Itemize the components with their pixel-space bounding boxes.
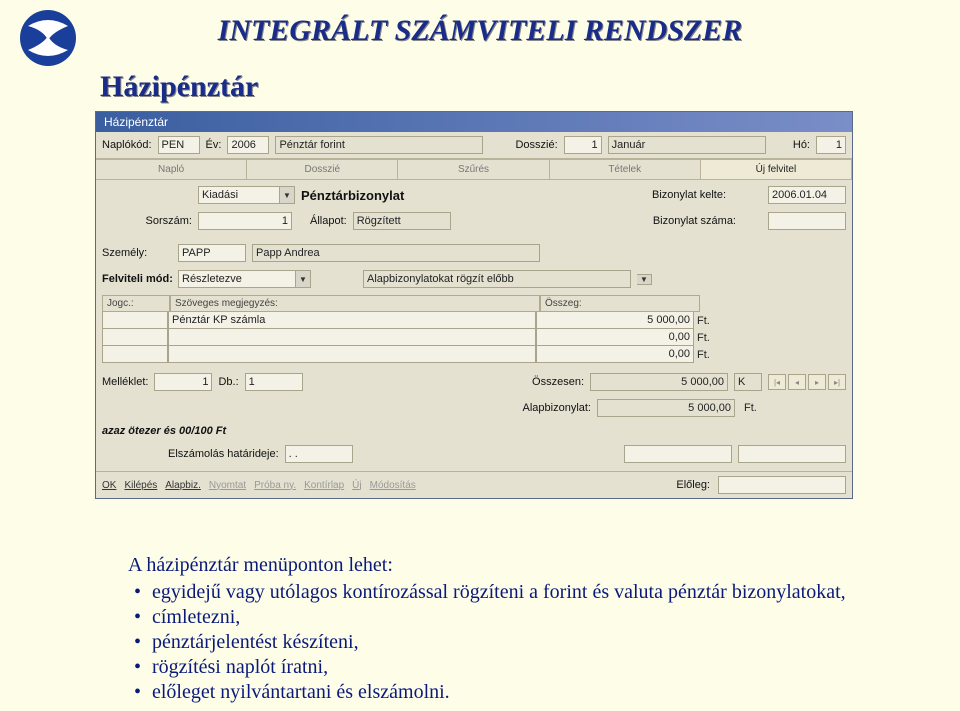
szemely-label: Személy: — [102, 247, 172, 259]
nav-last-icon[interactable]: ▸| — [828, 374, 846, 390]
table-row[interactable]: 0,00 Ft. — [102, 329, 846, 346]
col-osszeg: Összeg: — [540, 295, 700, 312]
chevron-down-icon: ▼ — [637, 274, 652, 285]
azaz-text: azaz ötezer és 00/100 Ft — [102, 425, 226, 437]
page-title: INTEGRÁLT SZÁMVITELI RENDSZER — [0, 14, 960, 48]
cell-szoveg[interactable]: Pénztár KP számla — [168, 312, 536, 329]
alapbiz-field: 5 000,00 — [597, 399, 735, 417]
naplokod-label: Naplókód: — [102, 139, 152, 151]
cell-jogc[interactable] — [102, 346, 168, 363]
cell-unit: Ft. — [694, 346, 719, 363]
tabbar: Napló Dosszié Szűrés Tételek Új felvitel — [96, 159, 852, 180]
cell-unit: Ft. — [694, 329, 719, 346]
tab-dosszie[interactable]: Dosszié — [247, 160, 398, 179]
kilepes-button[interactable]: Kilépés — [124, 480, 157, 491]
penztarbizonylat-label: Pénztárbizonylat — [301, 188, 404, 203]
elszamolas-field[interactable]: . . — [285, 445, 353, 463]
kontirlap-button[interactable]: Kontírlap — [304, 480, 344, 491]
felviteli-note-combo[interactable]: ▼ — [637, 274, 652, 285]
felviteli-combo[interactable]: Részletezve ▼ — [178, 270, 311, 288]
bizszama-field[interactable] — [768, 212, 846, 230]
ho-label: Hó: — [793, 139, 810, 151]
probany-button[interactable]: Próba ny. — [254, 480, 296, 491]
felviteli-label: Felviteli mód: — [102, 273, 172, 285]
tab-tetelek[interactable]: Tételek — [550, 160, 701, 179]
bullet-item: címletezni, — [134, 606, 846, 629]
nav-first-icon[interactable]: |◂ — [768, 374, 786, 390]
osszesen-label: Összesen: — [532, 376, 584, 388]
szemely-name: Papp Andrea — [252, 244, 540, 262]
cell-jogc[interactable] — [102, 312, 168, 329]
dosszie-label: Dosszié: — [515, 139, 557, 151]
szemely-code[interactable]: PAPP — [178, 244, 246, 262]
sorszam-field[interactable]: 1 — [198, 212, 292, 230]
ev-label: Év: — [206, 139, 222, 151]
sorszam-label: Sorszám: — [102, 215, 192, 227]
dosszie-field[interactable]: 1 — [564, 136, 602, 154]
tab-ujfelvitel[interactable]: Új felvitel — [701, 160, 852, 179]
bizszama-label: Bizonylat száma: — [653, 215, 736, 227]
col-jogc: Jogc.: — [102, 295, 170, 312]
cell-osszeg[interactable]: 0,00 — [536, 329, 694, 346]
bullet-item: pénztárjelentést készíteni, — [134, 631, 846, 654]
bullet-item: előleget nyilvántartani és elszámolni. — [134, 681, 846, 704]
cell-osszeg[interactable]: 5 000,00 — [536, 312, 694, 329]
bizkelte-field[interactable]: 2006.01.04 — [768, 186, 846, 204]
kiadasi-combo[interactable]: Kiadási ▼ — [198, 186, 295, 204]
uj-button[interactable]: Új — [352, 480, 361, 491]
extra-field-2[interactable] — [738, 445, 846, 463]
chevron-down-icon: ▼ — [280, 186, 295, 204]
form-window: Házipénztár Naplókód: PEN Év: 2006 Pénzt… — [95, 111, 853, 499]
elszamolas-label: Elszámolás határideje: — [168, 448, 279, 460]
melleklet-label: Melléklet: — [102, 376, 148, 388]
alapbiz-unit: Ft. — [741, 402, 766, 414]
osszesen-unit: K — [734, 373, 762, 391]
record-nav[interactable]: |◂ ◂ ▸ ▸| — [768, 374, 846, 390]
ev-field[interactable]: 2006 — [227, 136, 269, 154]
naplokod-field[interactable]: PEN — [158, 136, 200, 154]
allapot-field: Rögzített — [353, 212, 451, 230]
bullet-item: rögzítési naplót íratni, — [134, 656, 846, 679]
ok-button[interactable]: OK — [102, 480, 116, 491]
window-titlebar: Házipénztár — [96, 112, 852, 132]
table-row[interactable]: 0,00 Ft. — [102, 346, 846, 363]
osszesen-field: 5 000,00 — [590, 373, 728, 391]
eloleg-field[interactable] — [718, 476, 846, 494]
felviteli-value: Részletezve — [178, 270, 296, 288]
cell-osszeg[interactable]: 0,00 — [536, 346, 694, 363]
nav-prev-icon[interactable]: ◂ — [788, 374, 806, 390]
cell-jogc[interactable] — [102, 329, 168, 346]
extra-field-1[interactable] — [624, 445, 732, 463]
tab-naplo[interactable]: Napló — [96, 160, 247, 179]
table-row[interactable]: Pénztár KP számla 5 000,00 Ft. — [102, 312, 846, 329]
honap-field: Január — [608, 136, 766, 154]
cell-szoveg[interactable] — [168, 346, 536, 363]
desc-intro: A házipénztár menüponton lehet: — [128, 554, 846, 577]
col-szoveg: Szöveges megjegyzés: — [170, 295, 540, 312]
alapbiz-label: Alapbizonylat: — [523, 402, 592, 414]
ho-field[interactable]: 1 — [816, 136, 846, 154]
section-title: Házipénztár — [100, 70, 258, 104]
chevron-down-icon: ▼ — [296, 270, 311, 288]
description-block: A házipénztár menüponton lehet: egyidejű… — [128, 554, 846, 706]
modositas-button[interactable]: Módosítás — [370, 480, 416, 491]
felviteli-note: Alapbizonylatokat rögzít előbb — [363, 270, 631, 288]
bullet-item: egyidejű vagy utólagos kontírozással rög… — [134, 581, 846, 604]
penztar-field: Pénztár forint — [275, 136, 483, 154]
eloleg-label: Előleg: — [676, 479, 710, 491]
bizkelte-label: Bizonylat kelte: — [652, 189, 726, 201]
alapbiz-button[interactable]: Alapbiz. — [165, 480, 201, 491]
line-items: Pénztár KP számla 5 000,00 Ft. 0,00 Ft. … — [102, 312, 846, 363]
melleklet-field[interactable]: 1 — [154, 373, 212, 391]
nav-next-icon[interactable]: ▸ — [808, 374, 826, 390]
allapot-label: Állapot: — [310, 215, 347, 227]
kiadasi-value: Kiadási — [198, 186, 280, 204]
tab-szures[interactable]: Szűrés — [398, 160, 549, 179]
db-field[interactable]: 1 — [245, 373, 303, 391]
nyomtat-button[interactable]: Nyomtat — [209, 480, 246, 491]
cell-szoveg[interactable] — [168, 329, 536, 346]
footer-bar: OK Kilépés Alapbiz. Nyomtat Próba ny. Ko… — [96, 471, 852, 498]
cell-unit: Ft. — [694, 312, 719, 329]
db-label: Db.: — [218, 376, 238, 388]
